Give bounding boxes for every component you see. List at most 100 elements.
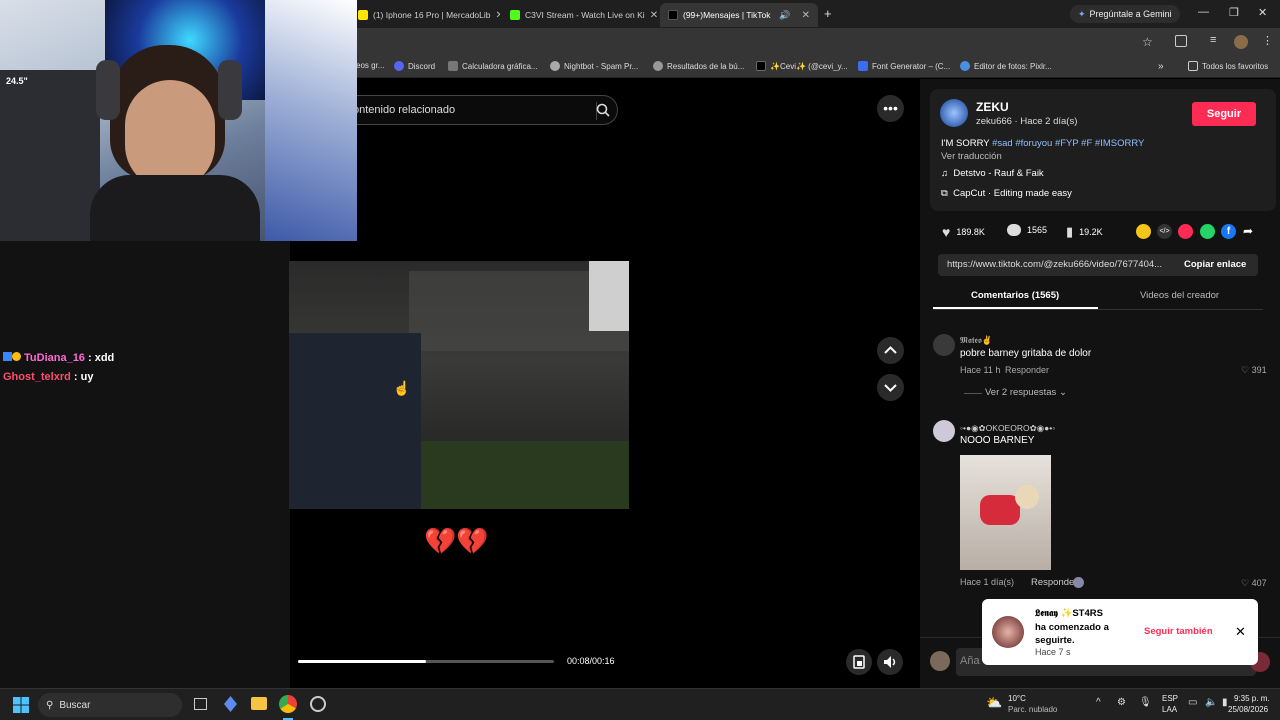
file-explorer-icon[interactable] [251, 697, 267, 710]
clock-date[interactable]: 25/08/2026 [1228, 705, 1268, 714]
facebook-icon[interactable]: f [1221, 224, 1236, 239]
extensions-icon[interactable] [1175, 35, 1187, 47]
close-icon[interactable]: ✕ [650, 10, 658, 21]
pip-button[interactable] [846, 649, 872, 675]
tiktok-icon [668, 10, 678, 20]
all-bookmarks-button[interactable]: Todos los favoritos [1188, 61, 1268, 71]
send-icon[interactable] [1178, 224, 1193, 239]
keyboard-layout[interactable]: LAA [1162, 705, 1177, 714]
reply-button[interactable]: Responder [1031, 577, 1077, 588]
comment-button[interactable]: 1565 [1007, 224, 1047, 236]
more-options-button[interactable]: ••• [877, 95, 904, 122]
new-tab-button[interactable]: + [824, 6, 832, 21]
webcam-headphone-shape [96, 60, 120, 120]
microphone-icon[interactable]: 🎙 [1139, 697, 1152, 708]
comment-image[interactable] [960, 455, 1051, 570]
bookmark-item[interactable]: eos gr... [356, 61, 384, 70]
obs-icon[interactable] [310, 696, 326, 712]
creator-name[interactable]: ZEKU [976, 100, 1009, 114]
tab-mercadolibre[interactable]: (1) Iphone 16 Pro | MercadoLib ✕ [350, 3, 500, 27]
avatar[interactable] [992, 616, 1024, 648]
tab-kick[interactable]: C3VI Stream - Watch Live on Ki ✕ [502, 3, 658, 27]
view-replies-button[interactable]: Ver 2 respuestas ⌄ [985, 387, 1067, 398]
tray-chevron-icon[interactable]: ^ [1096, 697, 1101, 708]
speaker-icon[interactable]: 🔊 [779, 10, 790, 21]
tray-app-icon[interactable]: ⚙ [1117, 697, 1126, 708]
weather-desc[interactable]: Parc. nublado [1008, 705, 1057, 714]
battery-icon[interactable]: ▮ [1222, 697, 1228, 708]
app-icon[interactable] [224, 696, 237, 712]
tab-tiktok[interactable]: (99+)Mensajes | TikTok 🔊 ✕ [660, 3, 818, 27]
follow-button[interactable]: Seguir [1192, 102, 1256, 126]
share-arrow-icon[interactable]: ➦ [1243, 224, 1253, 238]
follow-notification: 𝕷𝖊𝖓𝖆𝖞 ✨ST4RS ha comenzado a seguirte. Ha… [982, 599, 1258, 665]
save-button[interactable]: ▮ 19.2K [1066, 224, 1103, 240]
volume-icon[interactable]: 🔈 [1205, 697, 1217, 708]
capcut-icon: ⧉ [941, 188, 948, 199]
notification-name[interactable]: 𝕷𝖊𝖓𝖆𝖞 ✨ST4RS [1035, 608, 1103, 619]
webcam-face-shape [125, 80, 215, 190]
minimize-icon[interactable]: — [1198, 6, 1209, 18]
close-icon[interactable]: ✕ [496, 10, 501, 21]
close-icon[interactable]: ✕ [802, 10, 810, 21]
capcut-row[interactable]: ⧉ CapCut · Editing made easy [941, 188, 1072, 199]
bookmark-cevi[interactable]: ✨Cevi✨ (@cevi_y... [756, 61, 848, 71]
tab-comments[interactable]: Comentarios (1565) [971, 290, 1059, 301]
avatar[interactable] [933, 420, 955, 442]
comment-text: NOOO BARNEY [960, 435, 1035, 446]
comment-user[interactable]: 𝕸𝖆𝖙𝖊𝖔✌ [960, 335, 992, 346]
creator-avatar[interactable] [940, 99, 968, 127]
progress-track[interactable] [298, 660, 554, 663]
media-icon[interactable]: ≡ [1210, 34, 1216, 46]
taskbar-search[interactable]: ⚲ Buscar [38, 693, 182, 717]
next-video-button[interactable] [877, 374, 904, 401]
comment-like-button[interactable]: ♡ 391 [1241, 365, 1267, 376]
translate-link[interactable]: Ver traducción [941, 151, 1002, 162]
weather-temp[interactable]: 10°C [1008, 694, 1026, 703]
video-link[interactable]: https://www.tiktok.com/@zeku666/video/76… [947, 259, 1162, 270]
notification-time: Hace 7 s [1035, 647, 1071, 657]
menu-icon[interactable]: ⋮ [1262, 34, 1273, 47]
bookmark-pixlr[interactable]: Editor de fotos: Pixlr... [960, 61, 1052, 71]
task-view-icon[interactable] [194, 698, 207, 710]
comment-user[interactable]: ◦•●◉✿OKOEORO✿◉●•◦ [960, 423, 1055, 434]
search-icon[interactable] [596, 103, 610, 117]
embed-icon[interactable]: </> [1157, 224, 1172, 239]
profile-avatar[interactable] [1234, 35, 1248, 49]
comment-like-button[interactable]: ♡ 407 [1241, 578, 1267, 589]
more-bookmarks-button[interactable]: » [1158, 61, 1164, 72]
bookmark-discord[interactable]: Discord [394, 61, 435, 71]
hashtags[interactable]: #sad #foruyou #FYP #F #IMSORRY [992, 138, 1144, 149]
avatar[interactable] [933, 334, 955, 356]
language-code[interactable]: ESP [1162, 694, 1178, 703]
bookmark-nightbot[interactable]: Nightbot - Spam Pr... [550, 61, 638, 71]
bookmark-calculadora[interactable]: Calculadora gráfica... [448, 61, 538, 71]
windows-start-icon[interactable] [13, 697, 29, 713]
restore-icon[interactable]: ❐ [1229, 6, 1239, 19]
gemini-button[interactable]: ✦ Pregúntale a Gemini [1070, 5, 1180, 23]
close-icon[interactable]: ✕ [1235, 624, 1246, 640]
related-search-input[interactable]: ontenido relacionado [340, 95, 618, 125]
window-close-icon[interactable]: ✕ [1258, 6, 1267, 19]
music-row[interactable]: ♫ Detstvo - Rauf & Faik [941, 168, 1044, 179]
volume-button[interactable] [877, 649, 903, 675]
network-icon[interactable]: ▭ [1188, 697, 1197, 708]
copy-link-button[interactable]: Copiar enlace [1184, 259, 1246, 270]
previous-video-button[interactable] [877, 337, 904, 364]
tab-creator-videos[interactable]: Videos del creador [1140, 290, 1219, 301]
follow-back-button[interactable]: Seguir también [1144, 626, 1213, 637]
reply-button[interactable]: Responder [1005, 365, 1049, 375]
clock-time[interactable]: 9:35 p. m. [1234, 694, 1270, 703]
like-button[interactable]: ♥ 189.8K [942, 224, 985, 240]
comment-image-shape [980, 495, 1020, 525]
share-friends-icon[interactable] [1136, 224, 1151, 239]
desmos-icon [448, 61, 458, 71]
video-frame[interactable] [289, 261, 629, 509]
creator-handle: zeku666 · Hace 2 día(s) [976, 116, 1078, 127]
bookmark-resultados[interactable]: Resultados de la bú... [653, 61, 744, 71]
chrome-icon[interactable] [279, 695, 297, 713]
speaker-icon [884, 656, 896, 668]
star-icon[interactable]: ☆ [1142, 35, 1153, 49]
whatsapp-icon[interactable] [1200, 224, 1215, 239]
bookmark-font-generator[interactable]: Font Generator – (C... [858, 61, 950, 71]
